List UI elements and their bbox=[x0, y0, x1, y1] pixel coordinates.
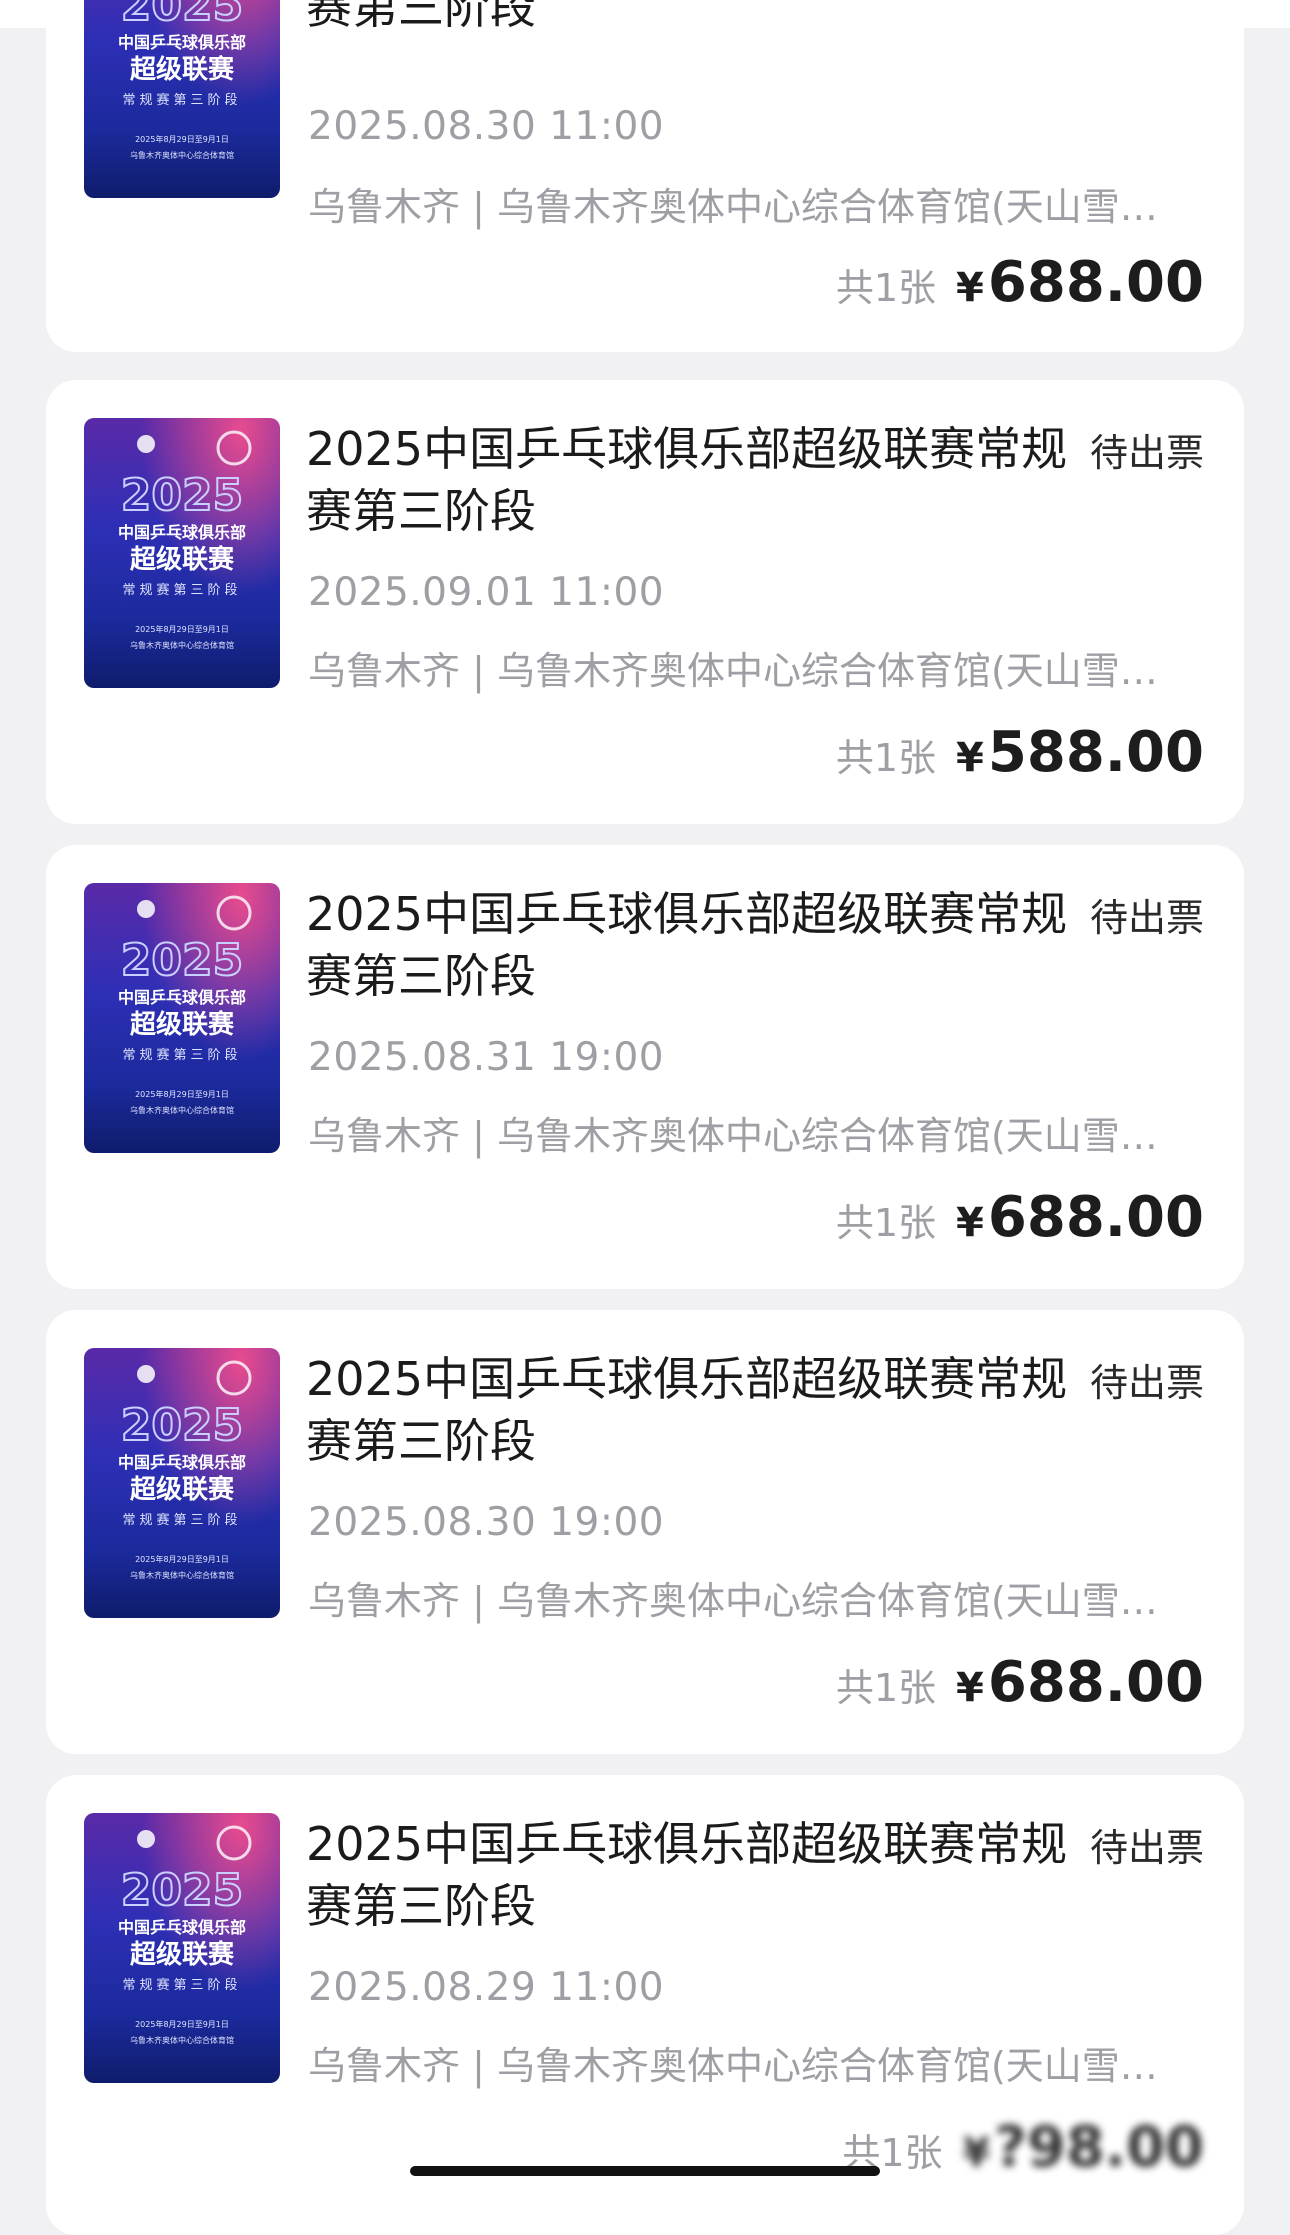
poster-art: 2025 中国乒乓球俱乐部 超级联赛 常规赛第三阶段 2025年8月29日至9月… bbox=[118, 895, 252, 1115]
ticket-count: 共1张 bbox=[835, 736, 937, 780]
poster-line2: 超级联赛 bbox=[130, 1009, 235, 1040]
currency-symbol: ¥ bbox=[956, 735, 984, 781]
poster-line3: 常规赛第三阶段 bbox=[122, 1977, 241, 1993]
poster-art: 2025 中国乒乓球俱乐部 超级联赛 常规赛第三阶段 2025年8月29日至9月… bbox=[118, 430, 252, 650]
order-price: ¥588.00 bbox=[956, 720, 1204, 785]
poster-line4: 2025年8月29日至9月1日 bbox=[135, 1554, 229, 1564]
poster-art: 2025 中国乒乓球俱乐部 超级联赛 常规赛第三阶段 2025年8月29日至9月… bbox=[118, 1825, 252, 2045]
ticket-count: 共1张 bbox=[835, 1666, 937, 1710]
order-status: 待出票 bbox=[1089, 431, 1204, 475]
poster-line1: 中国乒乓球俱乐部 bbox=[118, 1918, 246, 1937]
poster-line5: 乌鲁木齐奥体中心综合体育馆 bbox=[130, 1570, 234, 1580]
event-title: 2025中国乒乓球俱乐部超级联赛常规赛第三阶段 bbox=[306, 1352, 1068, 1468]
currency-symbol: ¥ bbox=[962, 2130, 991, 2176]
event-venue: 乌鲁木齐 | 乌鲁木齐奥体中心综合体育馆(天山雪… bbox=[308, 185, 1158, 229]
currency-symbol: ¥ bbox=[956, 1200, 984, 1246]
ticket-count: 共1张 bbox=[835, 1201, 937, 1245]
poster-line5: 乌鲁木齐奥体中心综合体育馆 bbox=[130, 640, 234, 650]
price-row: 共1张 ¥?98.00 bbox=[842, 2115, 1204, 2180]
price-value: 688.00 bbox=[987, 1650, 1204, 1715]
order-status: 待出票 bbox=[1089, 896, 1204, 940]
poster-line2: 超级联赛 bbox=[130, 54, 235, 85]
poster-line1: 中国乒乓球俱乐部 bbox=[118, 988, 246, 1007]
poster-line5: 乌鲁木齐奥体中心综合体育馆 bbox=[130, 1105, 234, 1115]
poster-line3: 常规赛第三阶段 bbox=[122, 92, 241, 108]
ticket-count: 共1张 bbox=[835, 266, 937, 310]
poster-line1: 中国乒乓球俱乐部 bbox=[118, 33, 246, 52]
price-value: 588.00 bbox=[987, 720, 1204, 785]
poster-line3: 常规赛第三阶段 bbox=[122, 582, 241, 598]
order-card[interactable]: 2025 中国乒乓球俱乐部 超级联赛 常规赛第三阶段 2025年8月29日至9月… bbox=[46, 0, 1244, 352]
poster-art: 2025 中国乒乓球俱乐部 超级联赛 常规赛第三阶段 2025年8月29日至9月… bbox=[118, 0, 246, 160]
event-poster-image: 2025 中国乒乓球俱乐部 超级联赛 常规赛第三阶段 2025年8月29日至9月… bbox=[84, 1813, 280, 2083]
price-value: 688.00 bbox=[987, 250, 1204, 315]
event-title: 2025中国乒乓球俱乐部超级联赛常规赛第三阶段 bbox=[306, 1817, 1068, 1933]
event-poster-image: 2025 中国乒乓球俱乐部 超级联赛 常规赛第三阶段 2025年8月29日至9月… bbox=[84, 1348, 280, 1618]
event-venue: 乌鲁木齐 | 乌鲁木齐奥体中心综合体育馆(天山雪… bbox=[308, 2044, 1158, 2088]
currency-symbol: ¥ bbox=[956, 265, 984, 311]
poster-line3: 常规赛第三阶段 bbox=[122, 1512, 241, 1528]
poster-line3: 常规赛第三阶段 bbox=[122, 1047, 241, 1063]
event-time: 2025.08.29 11:00 bbox=[308, 1965, 665, 2010]
poster-year: 2025 bbox=[121, 470, 243, 521]
price-row: 共1张 ¥588.00 bbox=[836, 720, 1204, 785]
order-card[interactable]: 2025 中国乒乓球俱乐部 超级联赛 常规赛第三阶段 2025年8月29日至9月… bbox=[46, 845, 1244, 1289]
poster-line5: 乌鲁木齐奥体中心综合体育馆 bbox=[130, 150, 234, 160]
currency-symbol: ¥ bbox=[956, 1665, 984, 1711]
poster-line4: 2025年8月29日至9月1日 bbox=[135, 2019, 229, 2029]
order-price: ¥688.00 bbox=[956, 1185, 1204, 1250]
poster-year: 2025 bbox=[121, 1400, 243, 1451]
poster-line1: 中国乒乓球俱乐部 bbox=[118, 1453, 246, 1472]
order-status: 待出票 bbox=[1089, 1361, 1204, 1405]
event-title: 2025中国乒乓球俱乐部超级联赛常规赛第三阶段 bbox=[306, 887, 1068, 1003]
order-price: ¥688.00 bbox=[956, 250, 1204, 315]
event-title: 2025中国乒乓球俱乐部超级联赛常规赛第三阶段 bbox=[306, 422, 1068, 538]
poster-art: 2025 中国乒乓球俱乐部 超级联赛 常规赛第三阶段 2025年8月29日至9月… bbox=[118, 1360, 252, 1580]
event-time: 2025.08.30 11:00 bbox=[308, 104, 665, 149]
order-price: ¥688.00 bbox=[956, 1650, 1204, 1715]
poster-year: 2025 bbox=[121, 1865, 243, 1916]
event-time: 2025.08.31 19:00 bbox=[308, 1035, 665, 1080]
event-time: 2025.08.30 19:00 bbox=[308, 1500, 665, 1545]
order-status: 待出票 bbox=[1089, 1826, 1204, 1870]
poster-line4: 2025年8月29日至9月1日 bbox=[135, 134, 229, 144]
event-venue: 乌鲁木齐 | 乌鲁木齐奥体中心综合体育馆(天山雪… bbox=[308, 1114, 1158, 1158]
event-venue: 乌鲁木齐 | 乌鲁木齐奥体中心综合体育馆(天山雪… bbox=[308, 649, 1158, 693]
event-title: 2025中国乒乓球俱乐部超级联赛常规赛第三阶段 bbox=[306, 0, 536, 34]
event-poster-image: 2025 中国乒乓球俱乐部 超级联赛 常规赛第三阶段 2025年8月29日至9月… bbox=[84, 883, 280, 1153]
order-card[interactable]: 2025 中国乒乓球俱乐部 超级联赛 常规赛第三阶段 2025年8月29日至9月… bbox=[46, 1310, 1244, 1754]
order-price: ¥?98.00 bbox=[963, 2115, 1204, 2180]
event-time: 2025.09.01 11:00 bbox=[308, 570, 665, 615]
poster-line1: 中国乒乓球俱乐部 bbox=[118, 523, 246, 542]
poster-line5: 乌鲁木齐奥体中心综合体育馆 bbox=[130, 2035, 234, 2045]
poster-year: 2025 bbox=[121, 935, 243, 986]
order-card[interactable]: 2025 中国乒乓球俱乐部 超级联赛 常规赛第三阶段 2025年8月29日至9月… bbox=[46, 380, 1244, 824]
price-value: ?98.00 bbox=[994, 2115, 1204, 2180]
poster-line4: 2025年8月29日至9月1日 bbox=[135, 624, 229, 634]
home-indicator[interactable] bbox=[410, 2166, 880, 2176]
poster-year: 2025 bbox=[121, 0, 243, 31]
event-venue: 乌鲁木齐 | 乌鲁木齐奥体中心综合体育馆(天山雪… bbox=[308, 1579, 1158, 1623]
event-poster-image: 2025 中国乒乓球俱乐部 超级联赛 常规赛第三阶段 2025年8月29日至9月… bbox=[84, 418, 280, 688]
price-row: 共1张 ¥688.00 bbox=[836, 250, 1204, 315]
price-row: 共1张 ¥688.00 bbox=[836, 1185, 1204, 1250]
price-value: 688.00 bbox=[987, 1185, 1204, 1250]
price-row: 共1张 ¥688.00 bbox=[836, 1650, 1204, 1715]
poster-line2: 超级联赛 bbox=[130, 1939, 235, 1970]
poster-line2: 超级联赛 bbox=[130, 544, 235, 575]
poster-line4: 2025年8月29日至9月1日 bbox=[135, 1089, 229, 1099]
poster-line2: 超级联赛 bbox=[130, 1474, 235, 1505]
event-poster-image: 2025 中国乒乓球俱乐部 超级联赛 常规赛第三阶段 2025年8月29日至9月… bbox=[84, 0, 280, 198]
